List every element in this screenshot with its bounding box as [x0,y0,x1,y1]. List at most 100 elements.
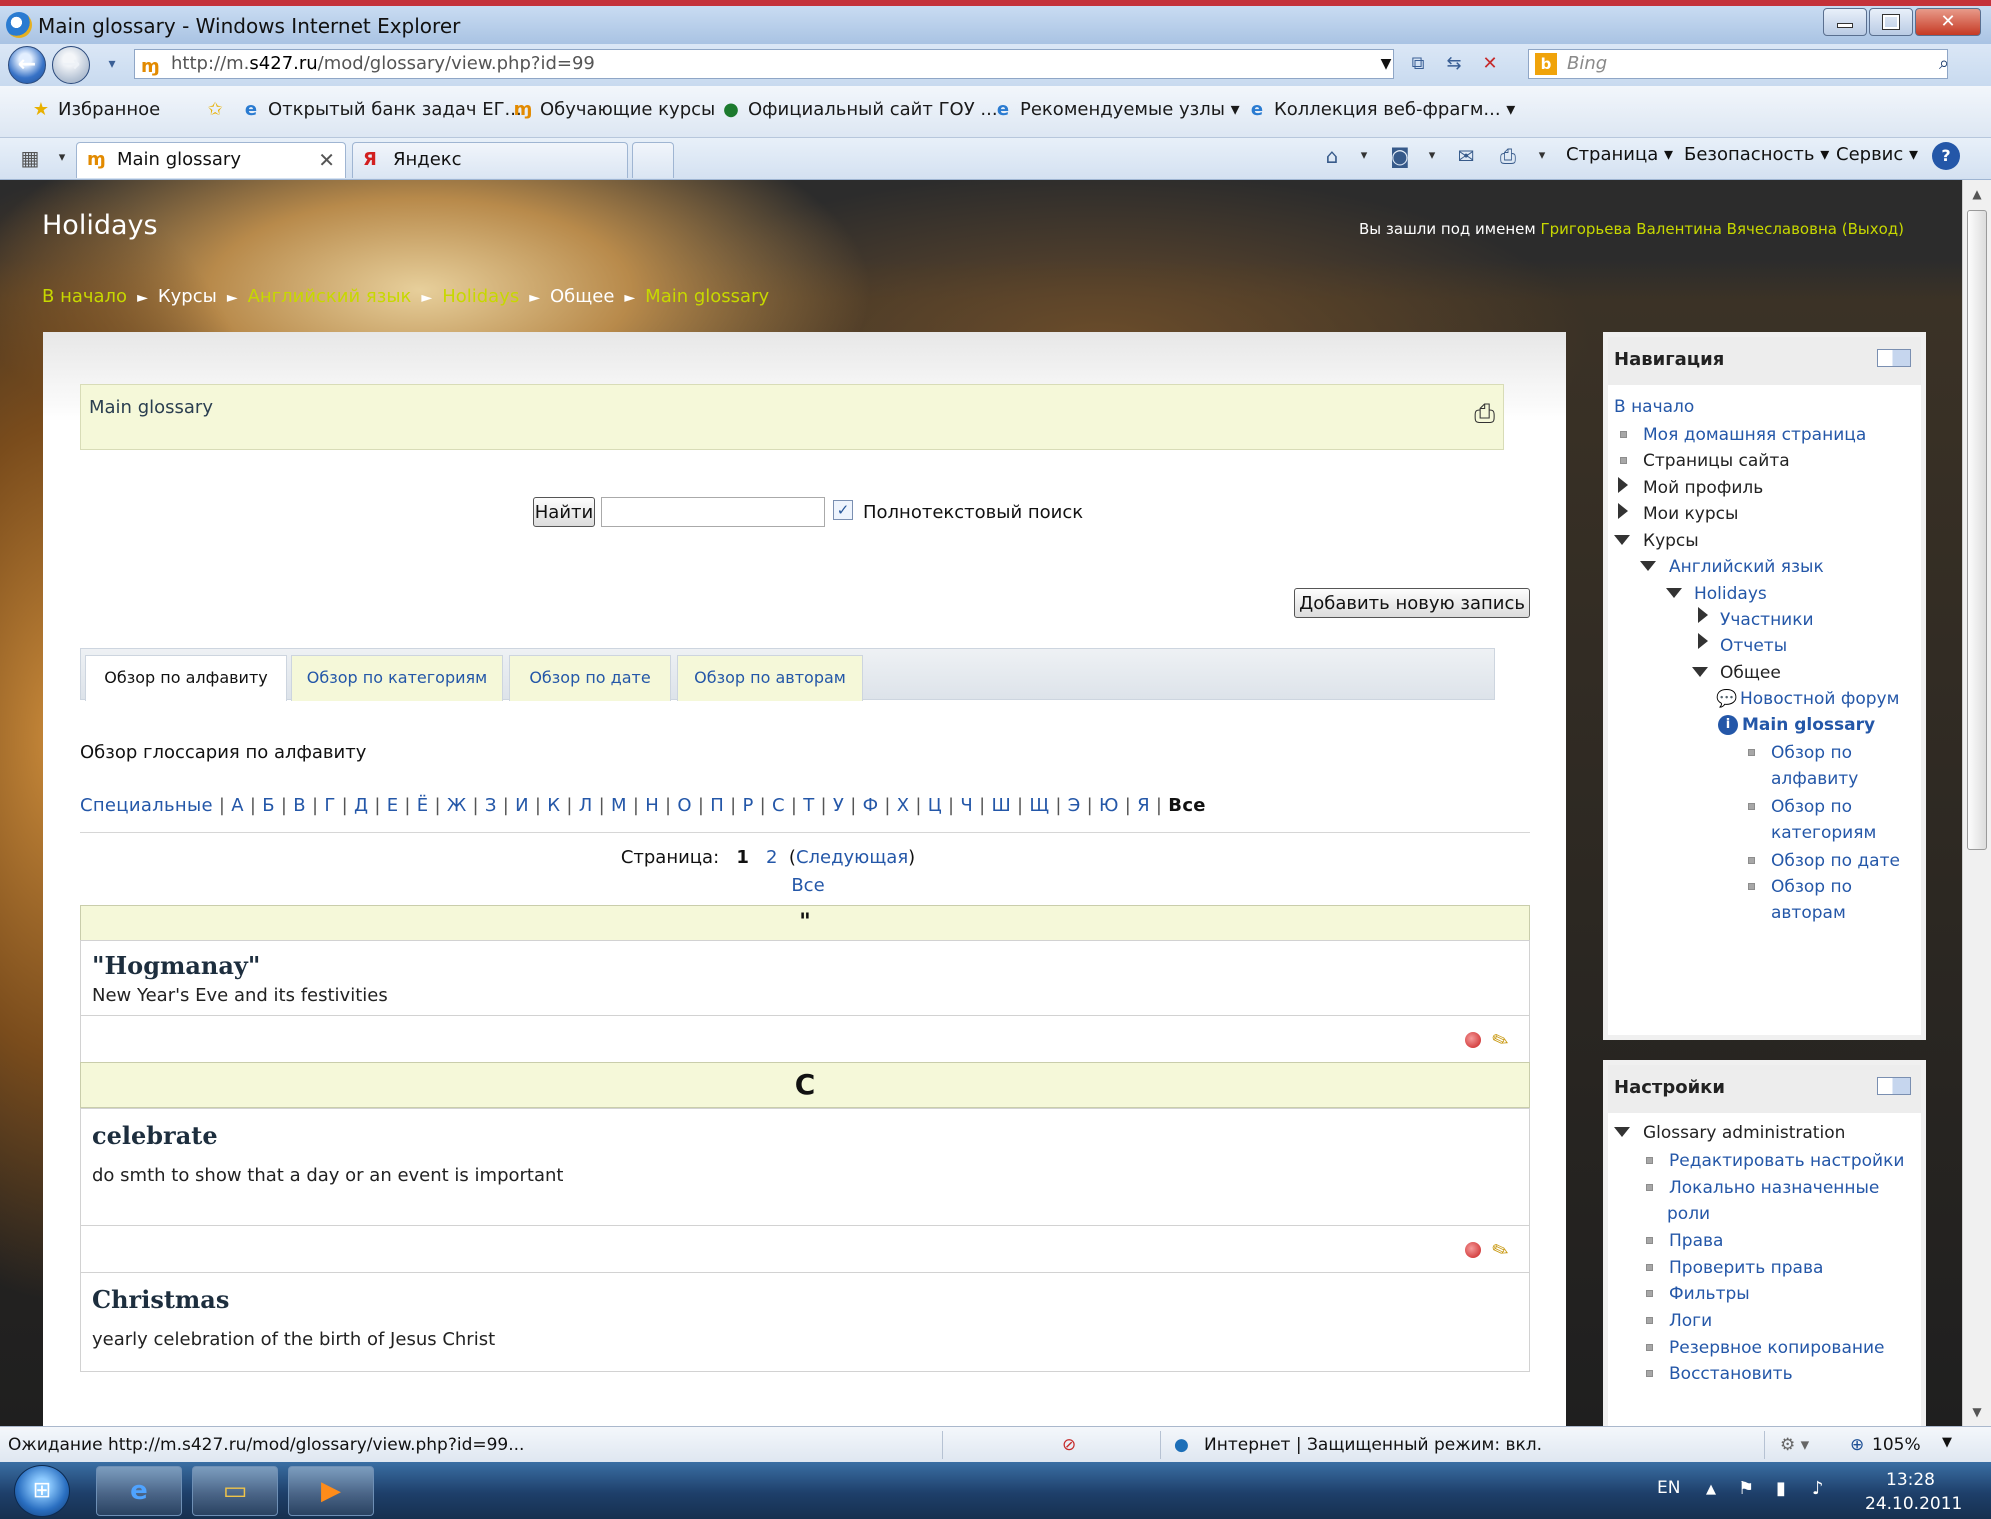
security-zone-text[interactable]: Интернет | Защищенный режим: вкл. [1204,1435,1542,1455]
letter-link[interactable]: У [833,795,844,816]
letter-link[interactable]: В [293,795,306,816]
letter-link[interactable]: Ф [863,795,879,816]
letter-link[interactable]: П [710,795,724,816]
tab-list-dropdown-icon[interactable]: ▾ [48,144,76,172]
new-tab-button[interactable] [632,142,674,178]
zoom-level[interactable]: 105% [1872,1435,1921,1455]
letter-link[interactable]: Ю [1099,795,1119,816]
close-tab-icon[interactable]: ✕ [318,143,335,177]
start-button[interactable]: ⊞ [14,1465,70,1517]
pager-all-link[interactable]: Все [43,875,1493,896]
add-entry-button[interactable]: Добавить новую запись [1294,588,1530,618]
letter-link[interactable]: З [485,795,497,816]
taskbar-media-player-icon[interactable]: ▶ [288,1466,374,1516]
letter-link[interactable]: Д [354,795,368,816]
fav-link-bank[interactable]: e Открытый банк задач ЕГ... [240,99,522,120]
dock-block-icon[interactable] [1877,1077,1911,1095]
collapse-icon[interactable] [1666,588,1682,598]
nav-site-pages[interactable]: Страницы сайта [1643,451,1790,471]
collapse-icon[interactable] [1614,1127,1630,1137]
tab-yandex[interactable]: Я Яндекс [352,142,628,178]
logout-link[interactable]: (Выход) [1842,220,1904,238]
nav-news-forum[interactable]: Новостной форум [1740,689,1899,709]
breadcrumb-home[interactable]: В начало [42,286,127,307]
find-button[interactable]: Найти [533,497,595,527]
maximize-button[interactable] [1869,8,1913,36]
expand-icon[interactable] [1618,477,1628,493]
pager-page-2[interactable]: 2 [766,847,777,868]
nav-courses[interactable]: Курсы [1643,531,1699,551]
letter-link[interactable]: С [772,795,785,816]
nav-browse-alphabet-line2[interactable]: алфавиту [1771,769,1858,789]
collapse-icon[interactable] [1640,561,1656,571]
popup-blocker-icon[interactable]: ⊘ [1062,1435,1076,1455]
quick-tabs-icon[interactable]: ▦ [16,144,44,172]
home-icon[interactable]: ⌂ [1318,142,1346,170]
feeds-icon[interactable]: ◙ [1386,142,1414,170]
page-menu[interactable]: Страница ▾ [1566,144,1673,165]
protected-mode-icon[interactable]: ⚙ ▾ [1780,1435,1809,1455]
letter-link[interactable]: Щ [1029,795,1049,816]
collapse-icon[interactable] [1692,667,1708,677]
letter-link[interactable]: Л [579,795,593,816]
scrollbar-thumb[interactable] [1967,210,1987,850]
letter-link[interactable]: Ё [417,795,429,816]
fav-link-official-site[interactable]: ● Официальный сайт ГОУ ... [720,99,997,120]
breadcrumb-section[interactable]: Общее [550,286,614,307]
tab-browse-author[interactable]: Обзор по авторам [677,655,863,701]
compatibility-icon[interactable]: ⧉ [1404,51,1432,79]
action-center-icon[interactable]: ⚑ [1738,1478,1754,1499]
favorites-button[interactable]: ★ Избранное [30,99,160,120]
glossary-search-input[interactable] [601,497,825,527]
feeds-dropdown-icon[interactable]: ▾ [1418,142,1446,170]
nav-browse-date[interactable]: Обзор по дате [1771,851,1900,871]
settings-local-roles[interactable]: Локально назначенные [1669,1178,1879,1198]
breadcrumb-subject[interactable]: Английский язык [248,286,412,307]
letter-link[interactable]: Ж [447,795,467,816]
address-field[interactable]: ɱ http://m.s427.ru/mod/glossary/view.php… [134,49,1394,79]
letter-link[interactable]: Я [1137,795,1150,816]
letter-link[interactable]: О [677,795,691,816]
delete-icon[interactable] [1465,1032,1481,1048]
clock-date[interactable]: 24.10.2011 [1865,1494,1962,1514]
back-button[interactable]: ← [8,46,46,84]
expand-icon[interactable] [1618,503,1628,519]
vertical-scrollbar[interactable]: ▲ ▼ [1962,180,1991,1426]
minimize-button[interactable] [1823,8,1867,36]
settings-local-roles-line2[interactable]: роли [1667,1204,1710,1224]
tab-browse-date[interactable]: Обзор по дате [509,655,671,701]
tools-menu[interactable]: Сервис ▾ [1836,144,1918,165]
letter-link[interactable]: Э [1068,795,1081,816]
nav-home[interactable]: В начало [1614,397,1694,417]
clock-time[interactable]: 13:28 [1886,1470,1935,1490]
add-favorite-button[interactable]: ✩ [204,99,232,120]
fav-link-suggested-sites[interactable]: e Рекомендуемые узлы ▾ [992,99,1240,120]
search-engine-field[interactable]: b Bing [1528,49,1948,79]
nav-browse-category-line2[interactable]: категориям [1771,823,1876,843]
settings-edit[interactable]: Редактировать настройки [1669,1151,1904,1171]
settings-logs[interactable]: Логи [1669,1311,1712,1331]
zoom-dropdown-icon[interactable]: ▼ [1942,1435,1952,1450]
nav-participants[interactable]: Участники [1720,610,1814,630]
nav-reports[interactable]: Отчеты [1720,636,1787,656]
letter-link[interactable]: И [515,795,529,816]
letter-link[interactable]: Ш [991,795,1011,816]
settings-backup[interactable]: Резервное копирование [1669,1338,1884,1358]
home-dropdown-icon[interactable]: ▾ [1350,142,1378,170]
letter-link[interactable]: М [611,795,627,816]
breadcrumb-course[interactable]: Holidays [442,286,519,307]
nav-browse-alphabet[interactable]: Обзор по [1771,743,1852,763]
forward-button[interactable]: → [52,46,90,84]
settings-restore[interactable]: Восстановить [1669,1364,1793,1384]
volume-icon[interactable]: ♪ [1812,1478,1824,1499]
print-dropdown-icon[interactable]: ▾ [1528,142,1556,170]
settings-check-permissions[interactable]: Проверить права [1669,1258,1823,1278]
breadcrumb-current[interactable]: Main glossary [645,286,769,307]
stop-icon[interactable]: ✕ [1476,51,1504,79]
taskbar-ie-icon[interactable]: e [96,1466,182,1516]
edit-icon[interactable]: ✎ [1489,1026,1513,1054]
nav-my-courses[interactable]: Мои курсы [1643,504,1738,524]
nav-my-profile[interactable]: Мой профиль [1643,478,1763,498]
mail-icon[interactable]: ✉ [1452,142,1480,170]
letter-link[interactable]: Б [262,795,275,816]
